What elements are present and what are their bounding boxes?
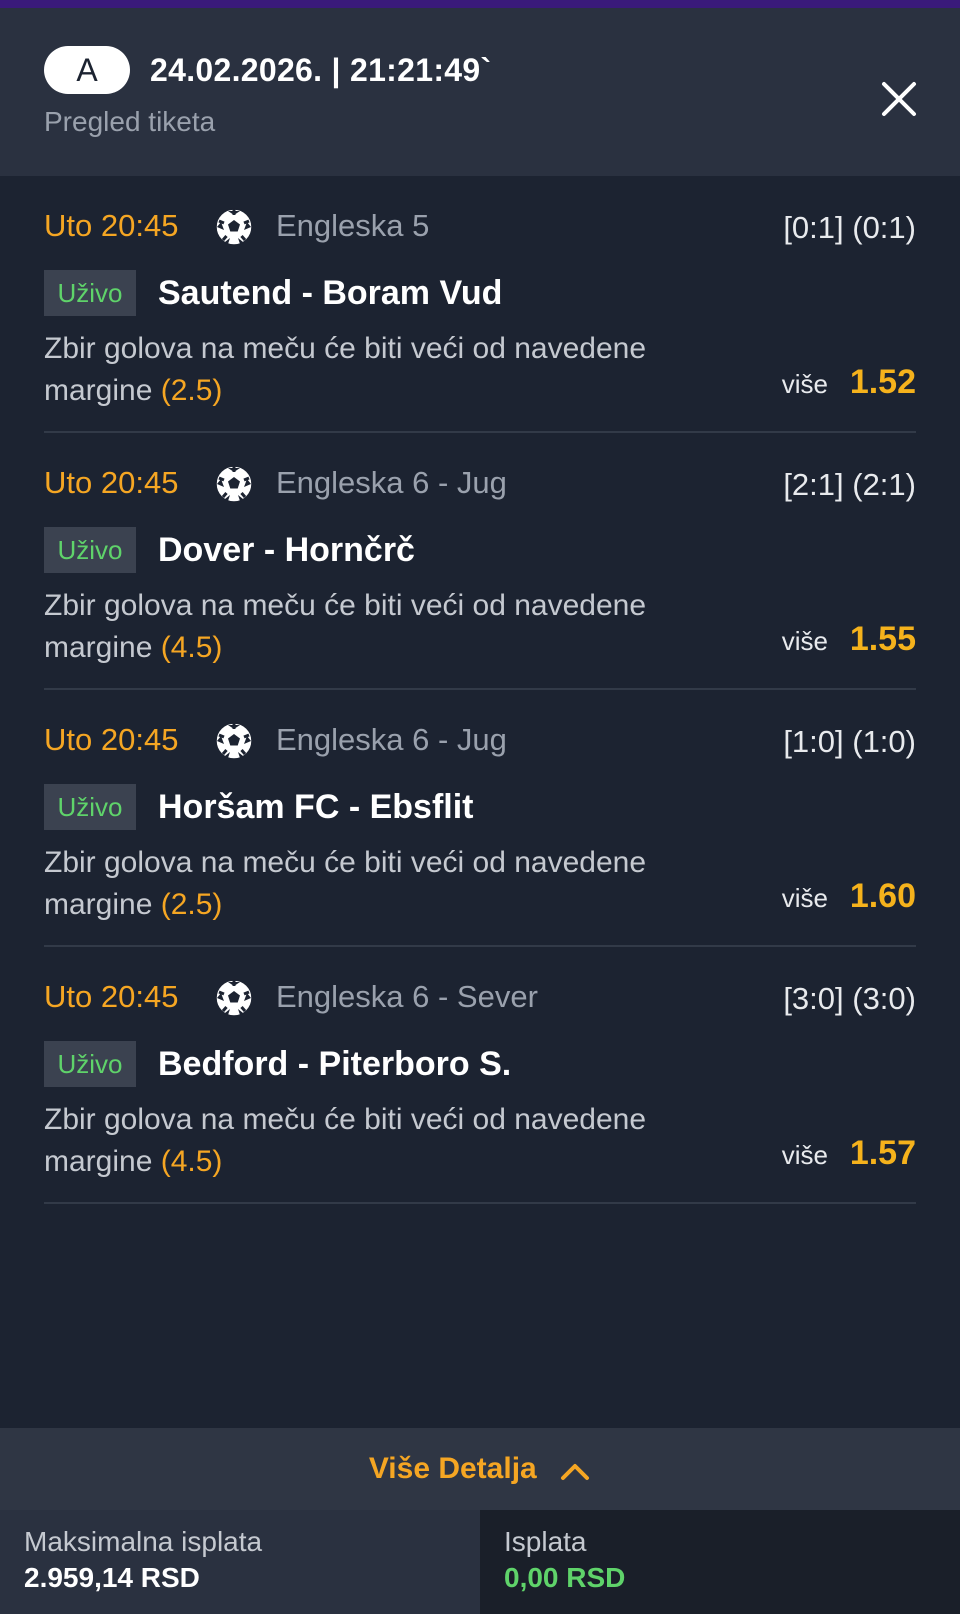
payout-label: Isplata bbox=[504, 1526, 587, 1557]
match-card[interactable]: Uto 20:45 Engleska 5 [0:1] (0:1) Uživo Saute… bbox=[44, 176, 916, 433]
payout-footer: Maksimalna isplata 2.959,14 RSD Isplata … bbox=[0, 1510, 960, 1614]
live-badge: Uživo bbox=[44, 784, 136, 830]
match-info-row: Uto 20:45 Engleska 5 [0:1] (0:1) bbox=[44, 206, 916, 246]
match-info-row: Uto 20:45 Engleska 6 - Jug [1:0] (1:0) bbox=[44, 720, 916, 760]
match-card[interactable]: Uto 20:45 Engleska 6 - Sever [3:0] (3:0) Už… bbox=[44, 947, 916, 1204]
match-card[interactable]: Uto 20:45 Engleska 6 - Jug [1:0] (1:0) Uživ… bbox=[44, 690, 916, 947]
payout-panel: Isplata 0,00 RSD bbox=[480, 1510, 960, 1614]
soccer-ball-icon bbox=[214, 978, 254, 1018]
market-description: Zbir golova na meču će biti veći od nave… bbox=[44, 328, 744, 412]
market-text: Zbir golova na meču će biti veći od nave… bbox=[44, 1103, 647, 1178]
match-teams: Sautend - Boram Vud bbox=[158, 274, 503, 312]
soccer-ball-icon bbox=[214, 207, 254, 247]
more-details-button[interactable]: Više Detalja bbox=[0, 1428, 960, 1510]
match-card[interactable]: Uto 20:45 Engleska 6 - Jug [2:1] (2:1) Uživ… bbox=[44, 433, 916, 690]
close-icon[interactable] bbox=[876, 76, 922, 122]
league-name: Engleska 5 bbox=[276, 208, 430, 243]
pick-label: više bbox=[781, 626, 828, 656]
match-score: [0:1] (0:1) bbox=[783, 210, 916, 245]
payout-value: 0,00 RSD bbox=[504, 1562, 626, 1593]
match-teams: Horšam FC - Ebsflit bbox=[158, 788, 474, 826]
league-name: Engleska 6 - Jug bbox=[276, 465, 507, 500]
match-list: Uto 20:45 Engleska 5 [0:1] (0:1) Uživo Saute… bbox=[0, 176, 960, 1204]
ticket-header: A 24.02.2026. | 21:21:49` Pregled tiketa bbox=[0, 8, 960, 176]
page-title: Pregled tiketa bbox=[44, 106, 216, 137]
market-margin: (2.5) bbox=[160, 888, 223, 921]
market-margin: (4.5) bbox=[160, 1145, 223, 1178]
soccer-ball-icon bbox=[214, 721, 254, 761]
league-name: Engleska 6 - Jug bbox=[276, 722, 507, 757]
live-badge: Uživo bbox=[44, 270, 136, 316]
odds-value: 1.60 bbox=[849, 877, 916, 915]
more-details-label: Više Detalja bbox=[368, 1452, 537, 1485]
match-teams: Dover - Hornčrč bbox=[158, 531, 415, 569]
league-name: Engleska 6 - Sever bbox=[276, 979, 538, 1014]
match-info-row: Uto 20:45 Engleska 6 - Jug [2:1] (2:1) bbox=[44, 463, 916, 503]
market-description: Zbir golova na meču će biti veći od nave… bbox=[44, 842, 744, 926]
match-info-row: Uto 20:45 Engleska 6 - Sever [3:0] (3:0) bbox=[44, 977, 916, 1017]
ticket-datetime: 24.02.2026. | 21:21:49` bbox=[150, 52, 492, 88]
match-time: Uto 20:45 bbox=[44, 979, 179, 1014]
odds-value: 1.52 bbox=[849, 363, 916, 401]
market-description: Zbir golova na meču će biti veći od nave… bbox=[44, 1099, 744, 1183]
odds-value: 1.55 bbox=[849, 620, 916, 658]
pick-label: više bbox=[781, 883, 828, 913]
odds-value: 1.57 bbox=[849, 1134, 916, 1172]
match-time: Uto 20:45 bbox=[44, 465, 179, 500]
top-accent-bar bbox=[0, 0, 960, 8]
max-payout-panel: Maksimalna isplata 2.959,14 RSD bbox=[0, 1510, 480, 1614]
ticket-badge[interactable]: A bbox=[44, 46, 130, 94]
max-payout-value: 2.959,14 RSD bbox=[24, 1562, 200, 1593]
market-margin: (2.5) bbox=[160, 374, 223, 407]
max-payout-label: Maksimalna isplata bbox=[24, 1526, 263, 1557]
market-margin: (4.5) bbox=[160, 631, 223, 664]
market-description: Zbir golova na meču će biti veći od nave… bbox=[44, 585, 744, 669]
match-score: [2:1] (2:1) bbox=[783, 467, 916, 502]
market-text: Zbir golova na meču će biti veći od nave… bbox=[44, 332, 647, 407]
live-badge: Uživo bbox=[44, 1041, 136, 1087]
chevron-up-icon bbox=[559, 1461, 591, 1481]
live-badge: Uživo bbox=[44, 527, 136, 573]
market-text: Zbir golova na meču će biti veći od nave… bbox=[44, 589, 647, 664]
match-score: [1:0] (1:0) bbox=[783, 724, 916, 759]
pick-label: više bbox=[781, 1140, 828, 1170]
match-score: [3:0] (3:0) bbox=[783, 981, 916, 1016]
market-text: Zbir golova na meču će biti veći od nave… bbox=[44, 846, 647, 921]
match-time: Uto 20:45 bbox=[44, 722, 179, 757]
pick-label: više bbox=[781, 369, 828, 399]
soccer-ball-icon bbox=[214, 464, 254, 504]
match-teams: Bedford - Piterboro S. bbox=[158, 1045, 512, 1083]
match-time: Uto 20:45 bbox=[44, 208, 179, 243]
